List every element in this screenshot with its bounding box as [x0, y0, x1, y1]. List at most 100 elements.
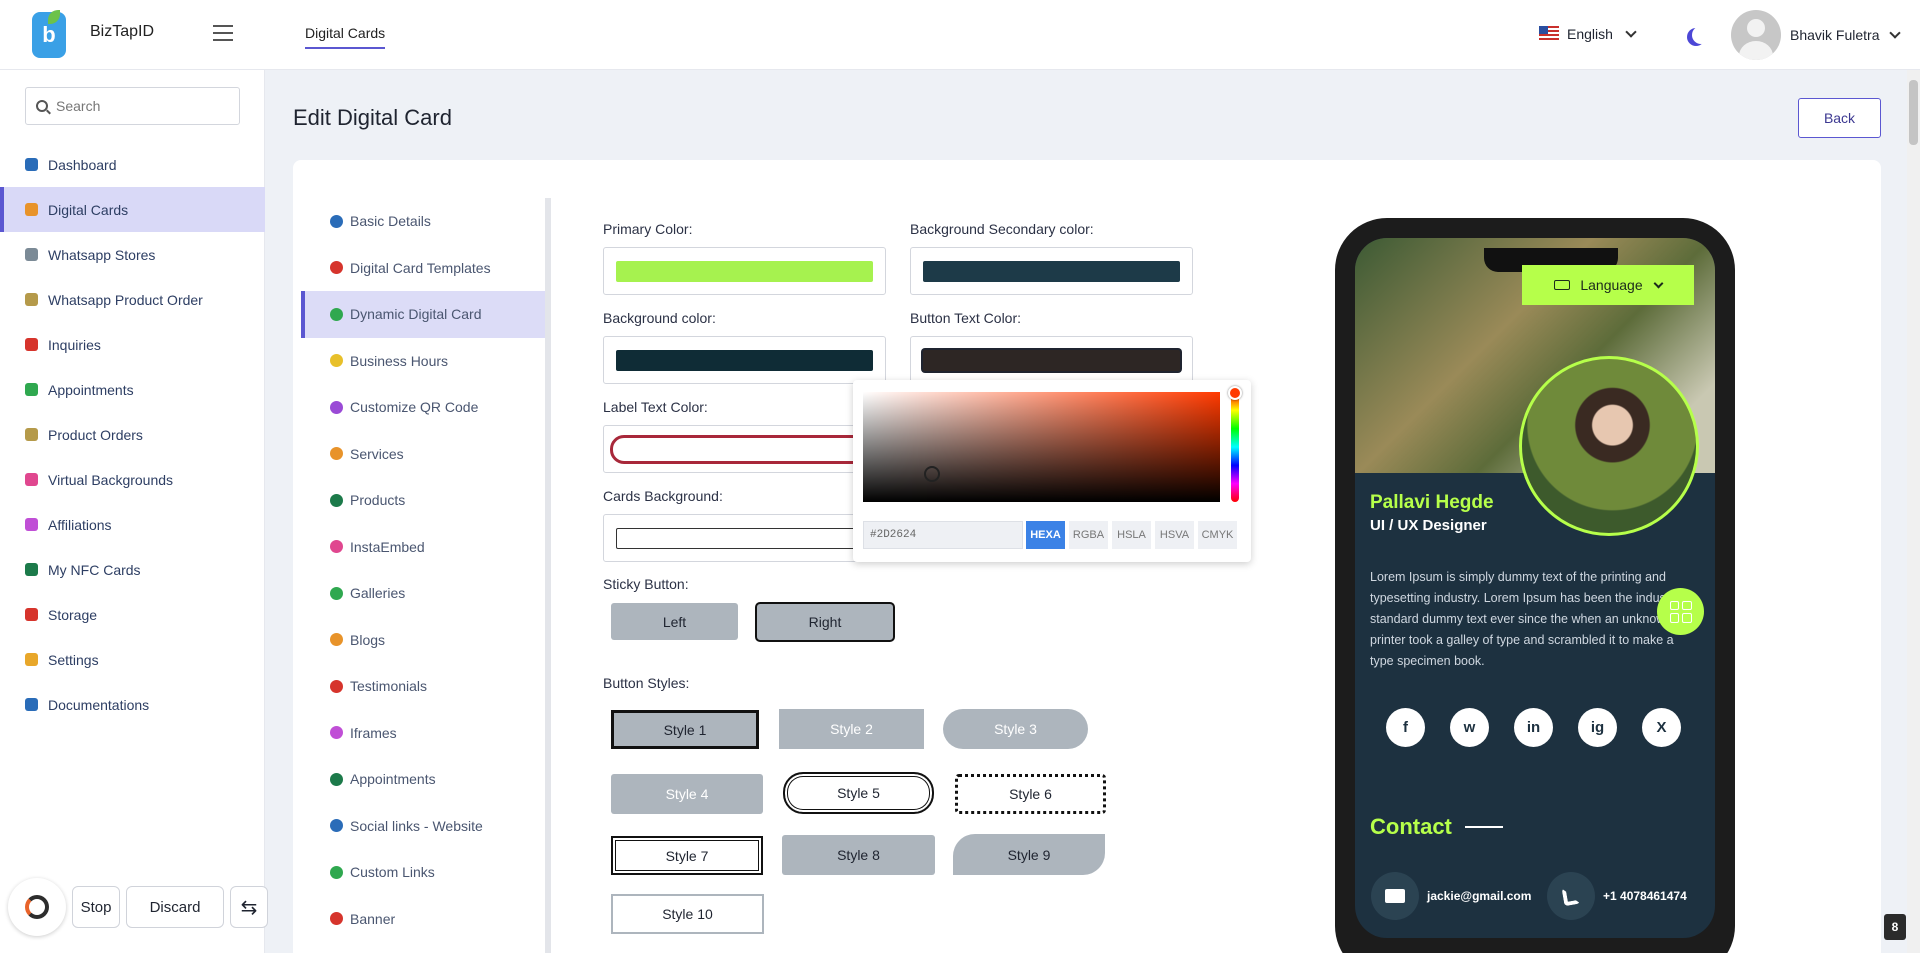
scrollbar-thumb[interactable]: [1909, 80, 1918, 145]
document-icon: [25, 698, 38, 711]
sidebar-item-documentations[interactable]: Documentations: [0, 682, 265, 727]
language-label: English: [1567, 26, 1613, 42]
sidebar-item-my-nfc-cards[interactable]: My NFC Cards: [0, 547, 265, 592]
section-tab-social-links-website[interactable]: Social links - Website: [301, 803, 548, 850]
section-tab-business-hours[interactable]: Business Hours: [301, 338, 548, 385]
preview-language-button[interactable]: Language: [1522, 265, 1694, 305]
profile-photo: [1519, 356, 1699, 536]
sticky-right-button[interactable]: Right: [755, 602, 895, 642]
sidebar-item-affiliations[interactable]: Affiliations: [0, 502, 265, 547]
tab-digital-cards[interactable]: Digital Cards: [305, 25, 386, 49]
sidebar-item-whatsapp-product-order[interactable]: Whatsapp Product Order: [0, 277, 265, 322]
sidebar-item-dashboard[interactable]: Dashboard: [0, 142, 265, 187]
section-tab-dynamic-digital-card[interactable]: Dynamic Digital Card: [301, 291, 548, 338]
section-tab-galleries[interactable]: Galleries: [301, 570, 548, 617]
section-icon: [330, 772, 343, 786]
x-icon[interactable]: X: [1642, 708, 1681, 747]
section-tab-digital-card-templates[interactable]: Digital Card Templates: [301, 245, 548, 292]
whatsapp-icon[interactable]: w: [1450, 708, 1489, 747]
sidebar-item-label: Whatsapp Product Order: [48, 291, 203, 308]
hue-slider[interactable]: [1231, 392, 1239, 502]
recorder-logo-icon[interactable]: [8, 878, 66, 936]
section-tab-label: Customize QR Code: [350, 399, 479, 416]
style-8-button[interactable]: Style 8: [782, 835, 935, 875]
cards-bg-color-field[interactable]: [603, 514, 886, 562]
swap-icon[interactable]: ⇆: [230, 886, 268, 928]
section-tab-products[interactable]: Products: [301, 477, 548, 524]
primary-color-swatch[interactable]: [616, 261, 873, 282]
sidebar-item-appointments[interactable]: Appointments: [0, 367, 265, 412]
sidebar-item-virtual-backgrounds[interactable]: Virtual Backgrounds: [0, 457, 265, 502]
discard-button[interactable]: Discard: [126, 886, 224, 928]
sticky-left-button[interactable]: Left: [611, 603, 738, 640]
dark-mode-toggle-icon[interactable]: [1692, 26, 1710, 44]
saturation-handle[interactable]: [924, 466, 940, 482]
sidebar-item-inquiries[interactable]: Inquiries: [0, 322, 265, 367]
style-5-button[interactable]: Style 5: [783, 772, 934, 814]
avatar[interactable]: [1731, 10, 1781, 60]
facebook-icon[interactable]: f: [1386, 708, 1425, 747]
bg-color-swatch[interactable]: [616, 350, 873, 371]
style-1-button[interactable]: Style 1: [611, 710, 759, 749]
section-tab-services[interactable]: Services: [301, 431, 548, 478]
style-4-button[interactable]: Style 4: [611, 774, 763, 814]
label-text-color-field[interactable]: [603, 425, 886, 473]
linkedin-icon[interactable]: in: [1514, 708, 1553, 747]
logo-icon[interactable]: b: [32, 10, 66, 58]
menu-toggle-icon[interactable]: [213, 25, 233, 41]
button-styles-label: Button Styles:: [603, 675, 690, 691]
stop-button[interactable]: Stop: [72, 886, 120, 928]
back-button[interactable]: Back: [1798, 98, 1881, 138]
us-flag-icon: [1539, 26, 1559, 42]
mode-cmyk-button[interactable]: CMYK: [1198, 521, 1237, 549]
bg-secondary-color-field[interactable]: [910, 247, 1193, 295]
page-scrollbar[interactable]: [1907, 70, 1920, 953]
color-value-input[interactable]: #2D2624: [863, 521, 1023, 549]
button-text-color-swatch[interactable]: [923, 350, 1180, 371]
style-2-button[interactable]: Style 2: [779, 709, 924, 749]
brand-name: BizTapID: [90, 23, 155, 40]
section-divider: [545, 198, 551, 953]
primary-color-field[interactable]: [603, 247, 886, 295]
style-10-button[interactable]: Style 10: [611, 894, 764, 934]
saturation-area[interactable]: [863, 392, 1220, 502]
instagram-icon[interactable]: ig: [1578, 708, 1617, 747]
bg-color-field[interactable]: [603, 336, 886, 384]
mode-hsla-button[interactable]: HSLA: [1112, 521, 1151, 549]
sidebar-item-digital-cards[interactable]: Digital Cards: [0, 187, 265, 232]
section-tab-customize-qr-code[interactable]: Customize QR Code: [301, 384, 548, 431]
sidebar-item-storage[interactable]: Storage: [0, 592, 265, 637]
language-selector[interactable]: English: [1539, 26, 1637, 42]
style-3-button[interactable]: Style 3: [943, 709, 1088, 749]
label-text-color-swatch[interactable]: [610, 435, 880, 464]
section-tab-testimonials[interactable]: Testimonials: [301, 663, 548, 710]
section-tab-instaembed[interactable]: InstaEmbed: [301, 524, 548, 571]
section-tab-appointments[interactable]: Appointments: [301, 756, 548, 803]
contact-email[interactable]: jackie@gmail.com: [1371, 872, 1531, 920]
search-input[interactable]: Search: [25, 87, 240, 125]
section-tab-custom-links[interactable]: Custom Links: [301, 849, 548, 896]
section-tab-banner[interactable]: Banner: [301, 896, 548, 943]
section-tab-iframes[interactable]: Iframes: [301, 710, 548, 757]
section-tab-basic-details[interactable]: Basic Details: [301, 198, 548, 245]
user-menu[interactable]: Bhavik Fuletra: [1790, 27, 1902, 43]
qr-code-button[interactable]: [1657, 588, 1704, 635]
sidebar-item-product-orders[interactable]: Product Orders: [0, 412, 265, 457]
mode-hsva-button[interactable]: HSVA: [1155, 521, 1194, 549]
contact-phone[interactable]: +1 4078461474: [1547, 872, 1687, 920]
button-text-color-field[interactable]: [910, 336, 1193, 384]
bg-secondary-color-swatch[interactable]: [923, 261, 1180, 282]
section-tab-label: Social links - Website: [350, 817, 483, 834]
cards-bg-color-swatch[interactable]: [616, 528, 873, 549]
sidebar-item-whatsapp-stores[interactable]: Whatsapp Stores: [0, 232, 265, 277]
style-9-button[interactable]: Style 9: [953, 834, 1105, 875]
style-6-button[interactable]: Style 6: [955, 774, 1106, 814]
sidebar-item-settings[interactable]: Settings: [0, 637, 265, 682]
background-icon: [25, 473, 38, 486]
hue-handle[interactable]: [1228, 386, 1242, 400]
section-tab-blogs[interactable]: Blogs: [301, 617, 548, 664]
sidebar-item-label: Product Orders: [48, 426, 143, 443]
style-7-button[interactable]: Style 7: [611, 836, 763, 875]
mode-hexa-button[interactable]: HEXA: [1026, 521, 1065, 549]
mode-rgba-button[interactable]: RGBA: [1069, 521, 1108, 549]
